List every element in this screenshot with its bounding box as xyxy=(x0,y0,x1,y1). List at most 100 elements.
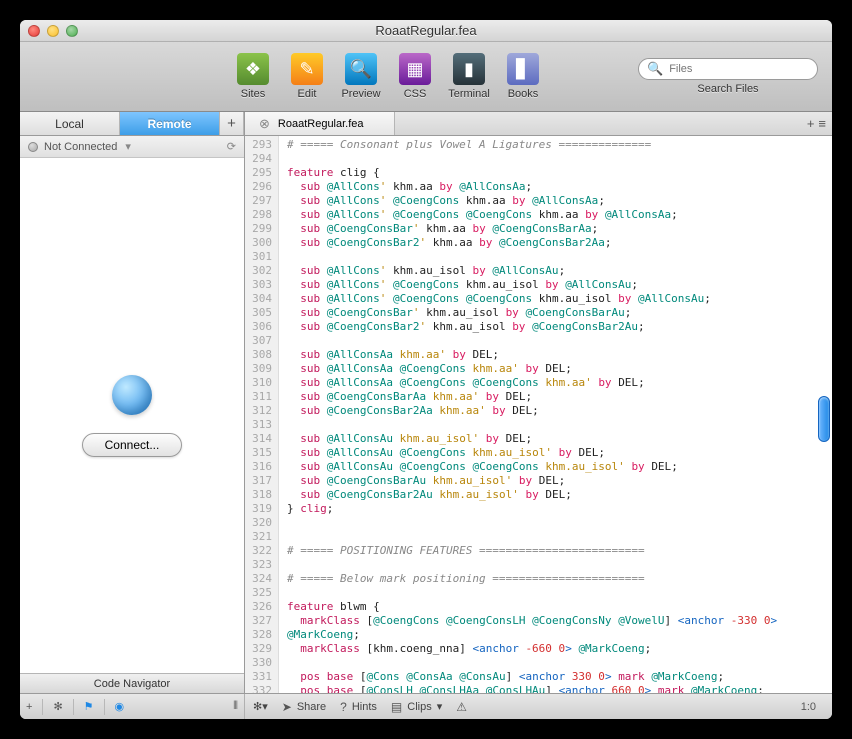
code-line[interactable]: # ===== POSITIONING FEATURES ===========… xyxy=(287,544,824,558)
code-line[interactable] xyxy=(287,656,824,670)
code-line[interactable]: sub @AllCons' @CoengCons khm.aa by @AllC… xyxy=(287,194,824,208)
connect-button[interactable]: Connect... xyxy=(82,433,183,457)
hints-button[interactable]: ? Hints xyxy=(340,700,377,714)
code-line[interactable]: sub @CoengConsBarAu khm.au_isol' by DEL; xyxy=(287,474,824,488)
titlebar[interactable]: RoaatRegular.fea xyxy=(20,20,832,42)
edit-button[interactable]: ✎ Edit xyxy=(282,53,332,100)
line-number: 305 xyxy=(247,306,272,320)
code-line[interactable]: sub @AllConsAa @CoengCons @CoengCons khm… xyxy=(287,376,824,390)
statusbar: + ✻ ⚑ ◉ ⦀ ✻▾ ➤ Share ? Hints ▤ Clips ▾ xyxy=(20,693,832,719)
line-number: 315 xyxy=(247,446,272,460)
edit-label: Edit xyxy=(298,88,317,100)
code-line[interactable]: sub @AllCons' @CoengCons @CoengCons khm.… xyxy=(287,292,824,306)
code-line[interactable]: sub @AllConsAu @CoengCons khm.au_isol' b… xyxy=(287,446,824,460)
search-field[interactable]: 🔍 xyxy=(638,58,818,80)
code-line[interactable]: sub @AllCons' khm.aa by @AllConsAa; xyxy=(287,180,824,194)
chevron-down-icon[interactable]: ▾ xyxy=(125,140,131,153)
code-line[interactable]: sub @CoengConsBar' khm.au_isol by @Coeng… xyxy=(287,306,824,320)
tab-add[interactable]: + xyxy=(220,112,244,135)
add-icon[interactable]: + xyxy=(26,701,32,713)
code-line[interactable] xyxy=(287,152,824,166)
code-line[interactable] xyxy=(287,530,824,544)
code-line[interactable]: } clig; xyxy=(287,502,824,516)
clips-label: Clips xyxy=(407,701,431,713)
signal-icon[interactable]: ⚑ xyxy=(84,700,94,713)
code-line[interactable]: sub @AllCons' @CoengCons @CoengCons khm.… xyxy=(287,208,824,222)
share-button[interactable]: ➤ Share xyxy=(282,700,326,714)
refresh-icon[interactable]: ⟳ xyxy=(227,140,236,153)
toolbar-group: ❖ Sites ✎ Edit 🔍 Preview ▦ CSS ▮ Termina… xyxy=(228,53,548,100)
search-icon: 🔍 xyxy=(647,61,663,77)
line-number: 302 xyxy=(247,264,272,278)
code-line[interactable]: sub @AllCons' khm.au_isol by @AllConsAu; xyxy=(287,264,824,278)
line-number: 326 xyxy=(247,600,272,614)
line-number: 304 xyxy=(247,292,272,306)
connection-bar[interactable]: Not Connected ▾ ⟳ xyxy=(20,136,244,158)
line-number: 320 xyxy=(247,516,272,530)
code-editor[interactable]: 2932942952962972982993003013023033043053… xyxy=(245,136,832,693)
warning-button[interactable]: ⚠ xyxy=(456,700,467,714)
code-line[interactable]: feature clig { xyxy=(287,166,824,180)
code-line[interactable] xyxy=(287,334,824,348)
code-line[interactable]: pos base [@Cons @ConsAa @ConsAu] <anchor… xyxy=(287,670,824,684)
info-icon[interactable]: ◉ xyxy=(115,700,125,713)
code-line[interactable]: feature blwm { xyxy=(287,600,824,614)
line-number: 310 xyxy=(247,376,272,390)
line-number: 308 xyxy=(247,348,272,362)
search-input[interactable] xyxy=(669,63,811,75)
settings-icon[interactable]: ✻▾ xyxy=(253,700,268,713)
tab-remote[interactable]: Remote xyxy=(120,112,220,135)
status-left: + ✻ ⚑ ◉ ⦀ xyxy=(20,694,245,719)
line-number: 312 xyxy=(247,404,272,418)
code-line[interactable]: sub @CoengConsBar2Aa khm.aa' by DEL; xyxy=(287,404,824,418)
line-number: 313 xyxy=(247,418,272,432)
tab-local[interactable]: Local xyxy=(20,112,120,135)
terminal-button[interactable]: ▮ Terminal xyxy=(444,53,494,100)
css-button[interactable]: ▦ CSS xyxy=(390,53,440,100)
code-line[interactable]: # ===== Consonant plus Vowel A Ligatures… xyxy=(287,138,824,152)
code-line[interactable] xyxy=(287,586,824,600)
add-tab-icon[interactable]: + xyxy=(807,116,815,131)
preview-button[interactable]: 🔍 Preview xyxy=(336,53,386,100)
warning-icon: ⚠ xyxy=(456,700,467,714)
close-icon[interactable]: ⊗ xyxy=(259,116,270,132)
line-number: 298 xyxy=(247,208,272,222)
code-area[interactable]: # ===== Consonant plus Vowel A Ligatures… xyxy=(279,136,832,693)
code-line[interactable] xyxy=(287,250,824,264)
line-number: 329 xyxy=(247,642,272,656)
code-navigator-header[interactable]: Code Navigator xyxy=(20,673,244,693)
sites-button[interactable]: ❖ Sites xyxy=(228,53,278,100)
clips-icon: ▤ xyxy=(391,700,402,714)
code-line[interactable]: sub @AllConsAa khm.aa' by DEL; xyxy=(287,348,824,362)
code-line[interactable] xyxy=(287,558,824,572)
connection-dot-icon xyxy=(28,142,38,152)
code-line[interactable]: sub @CoengConsBar2Au khm.au_isol' by DEL… xyxy=(287,488,824,502)
books-button[interactable]: ▋ Books xyxy=(498,53,548,100)
code-line[interactable]: markClass [khm.coeng_nna] <anchor -660 0… xyxy=(287,642,824,656)
code-line[interactable]: sub @CoengConsBarAa khm.aa' by DEL; xyxy=(287,390,824,404)
code-line[interactable]: markClass [@CoengCons @CoengConsLH @Coen… xyxy=(287,614,824,628)
code-line[interactable]: @MarkCoeng; xyxy=(287,628,824,642)
code-line[interactable]: sub @CoengConsBar2' khm.aa by @CoengCons… xyxy=(287,236,824,250)
code-line[interactable]: sub @AllConsAa @CoengCons khm.aa' by DEL… xyxy=(287,362,824,376)
code-line[interactable]: sub @CoengConsBar2' khm.au_isol by @Coen… xyxy=(287,320,824,334)
tab-menu-icon[interactable]: ≡ xyxy=(818,116,826,131)
columns-icon[interactable]: ⦀ xyxy=(233,700,238,713)
terminal-label: Terminal xyxy=(448,88,490,100)
scrollbar-thumb[interactable] xyxy=(818,396,830,442)
css-label: CSS xyxy=(404,88,427,100)
code-line[interactable]: sub @AllConsAu khm.au_isol' by DEL; xyxy=(287,432,824,446)
code-line[interactable]: sub @CoengConsBar' khm.aa by @CoengConsB… xyxy=(287,222,824,236)
code-line[interactable]: # ===== Below mark positioning =========… xyxy=(287,572,824,586)
file-tab-1[interactable]: ⊗ RoaatRegular.fea xyxy=(245,112,395,135)
code-line[interactable] xyxy=(287,516,824,530)
sidebar-main: Connect... xyxy=(20,158,244,673)
code-line[interactable]: pos base [@ConsLH @ConsLHAa @ConsLHAu] <… xyxy=(287,684,824,693)
sites-label: Sites xyxy=(241,88,265,100)
code-line[interactable] xyxy=(287,418,824,432)
gear-icon[interactable]: ✻ xyxy=(53,700,62,713)
line-number: 319 xyxy=(247,502,272,516)
clips-button[interactable]: ▤ Clips ▾ xyxy=(391,700,442,714)
code-line[interactable]: sub @AllCons' @CoengCons khm.au_isol by … xyxy=(287,278,824,292)
code-line[interactable]: sub @AllConsAu @CoengCons @CoengCons khm… xyxy=(287,460,824,474)
